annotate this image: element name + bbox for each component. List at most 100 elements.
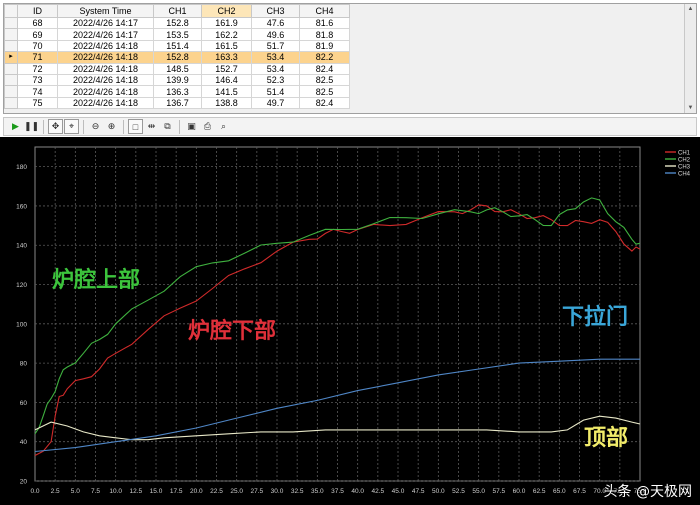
select-rect-icon[interactable]: □ <box>128 119 143 134</box>
cell-ch3[interactable]: 53.4 <box>251 62 300 75</box>
cell-ch4[interactable]: 81.9 <box>299 39 350 53</box>
cell-ch4[interactable]: 82.2 <box>299 51 350 64</box>
y-tick-label: 40 <box>20 439 28 446</box>
cell-ch4[interactable]: 82.5 <box>299 85 350 98</box>
cell-id[interactable]: 74 <box>17 85 58 98</box>
x-tick-label: 2.5 <box>51 488 60 495</box>
cell-ch1[interactable]: 151.4 <box>153 39 202 53</box>
cell-ch2[interactable]: 138.8 <box>201 96 252 110</box>
cell-ch3[interactable]: 49.6 <box>251 28 300 41</box>
row-header[interactable] <box>4 16 18 30</box>
x-tick-label: 20.0 <box>190 488 203 495</box>
legend-label-ch1: CH1 <box>678 150 691 156</box>
table-row[interactable]: 75 2022/4/26 14:18 136.7 138.8 49.7 82.4 <box>4 96 350 110</box>
series-line-ch1 <box>34 204 641 456</box>
cell-ch3[interactable]: 47.6 <box>251 16 300 30</box>
cell-ch1[interactable]: 139.9 <box>153 73 202 87</box>
legend-label-ch3: CH3 <box>678 164 691 170</box>
cell-ch1[interactable]: 136.3 <box>153 85 202 98</box>
cell-ch4[interactable]: 82.4 <box>299 96 350 110</box>
cell-id[interactable]: 68 <box>17 16 58 30</box>
table-row[interactable]: 74 2022/4/26 14:18 136.3 141.5 51.4 82.5 <box>4 85 350 98</box>
fit-icon[interactable]: ⇹ <box>144 119 159 134</box>
cell-ch3[interactable]: 49.7 <box>251 96 300 110</box>
cell-id[interactable]: 72 <box>17 62 58 75</box>
row-header[interactable] <box>4 96 18 110</box>
cell-ch4[interactable]: 82.4 <box>299 62 350 75</box>
cell-ch3[interactable]: 53.4 <box>251 51 300 64</box>
cell-id[interactable]: 73 <box>17 73 58 87</box>
current-row-indicator[interactable]: ▸ <box>4 51 18 64</box>
grid-vertical-scrollbar[interactable]: ▲ ▼ <box>684 4 696 113</box>
cell-ch2[interactable]: 163.3 <box>201 51 252 64</box>
cell-ch1[interactable]: 153.5 <box>153 28 202 41</box>
zoom-in-icon[interactable]: ⊕ <box>104 119 119 134</box>
cell-time[interactable]: 2022/4/26 14:18 <box>57 73 154 87</box>
cell-ch1[interactable]: 152.8 <box>153 16 202 30</box>
table-row[interactable]: 70 2022/4/26 14:18 151.4 161.5 51.7 81.9 <box>4 39 350 53</box>
cell-ch2[interactable]: 146.4 <box>201 73 252 87</box>
row-header[interactable] <box>4 39 18 53</box>
scroll-down-icon[interactable]: ▼ <box>685 103 696 113</box>
cell-ch2[interactable]: 161.5 <box>201 39 252 53</box>
table-row[interactable]: 72 2022/4/26 14:18 148.5 152.7 53.4 82.4 <box>4 62 350 75</box>
pause-icon[interactable]: ❚❚ <box>24 119 39 134</box>
y-tick-label: 80 <box>20 361 28 368</box>
row-header-corner <box>4 4 18 18</box>
table-row[interactable]: 69 2022/4/26 14:17 153.5 162.2 49.6 81.8 <box>4 28 350 41</box>
x-tick-label: 32.5 <box>291 488 304 495</box>
scroll-up-icon[interactable]: ▲ <box>685 4 696 14</box>
cell-ch2[interactable]: 141.5 <box>201 85 252 98</box>
x-tick-label: 50.0 <box>432 488 445 495</box>
cell-id[interactable]: 75 <box>17 96 58 110</box>
zoom-out-icon[interactable]: ⊖ <box>88 119 103 134</box>
cell-time[interactable]: 2022/4/26 14:18 <box>57 51 154 64</box>
y-tick-label: 60 <box>20 400 28 407</box>
cell-ch1[interactable]: 136.7 <box>153 96 202 110</box>
cell-ch4[interactable]: 82.5 <box>299 73 350 87</box>
row-header[interactable] <box>4 73 18 87</box>
cell-time[interactable]: 2022/4/26 14:17 <box>57 28 154 41</box>
cell-id[interactable]: 71 <box>17 51 58 64</box>
cell-id[interactable]: 70 <box>17 39 58 53</box>
cell-time[interactable]: 2022/4/26 14:18 <box>57 85 154 98</box>
toolbar-separator <box>83 119 84 134</box>
column-header-ch1[interactable]: CH1 <box>153 4 202 18</box>
cell-ch2[interactable]: 162.2 <box>201 28 252 41</box>
cell-ch3[interactable]: 51.4 <box>251 85 300 98</box>
cell-time[interactable]: 2022/4/26 14:17 <box>57 16 154 30</box>
copy-icon[interactable]: ⧉ <box>160 119 175 134</box>
cell-id[interactable]: 69 <box>17 28 58 41</box>
row-header[interactable] <box>4 85 18 98</box>
cell-time[interactable]: 2022/4/26 14:18 <box>57 62 154 75</box>
table-row[interactable]: 68 2022/4/26 14:17 152.8 161.9 47.6 81.6 <box>4 16 350 30</box>
cell-ch4[interactable]: 81.6 <box>299 16 350 30</box>
play-icon[interactable]: ▶ <box>8 119 23 134</box>
row-header[interactable] <box>4 28 18 41</box>
table-row[interactable]: 73 2022/4/26 14:18 139.9 146.4 52.3 82.5 <box>4 73 350 87</box>
crosshair-zoom-icon[interactable]: ⌖ <box>64 119 79 134</box>
column-header-id[interactable]: ID <box>17 4 58 18</box>
column-header-ch3[interactable]: CH3 <box>251 4 300 18</box>
table-row[interactable]: ▸ 71 2022/4/26 14:18 152.8 163.3 53.4 82.2 <box>4 51 350 64</box>
column-header-ch4[interactable]: CH4 <box>299 4 350 18</box>
print-icon[interactable]: ⎙ <box>200 119 215 134</box>
cell-ch2[interactable]: 161.9 <box>201 16 252 30</box>
save-icon[interactable]: ▣ <box>184 119 199 134</box>
cell-ch4[interactable]: 81.8 <box>299 28 350 41</box>
column-header-system-time[interactable]: System Time <box>57 4 154 18</box>
column-header-ch2[interactable]: CH2 <box>201 4 252 18</box>
cell-time[interactable]: 2022/4/26 14:18 <box>57 39 154 53</box>
cell-time[interactable]: 2022/4/26 14:18 <box>57 96 154 110</box>
annotation-door: 下拉门 <box>562 305 629 330</box>
x-tick-label: 25.0 <box>230 488 243 495</box>
pan-icon[interactable]: ✥ <box>48 119 63 134</box>
row-header[interactable] <box>4 62 18 75</box>
preview-icon[interactable]: ⌕ <box>216 119 231 134</box>
cell-ch3[interactable]: 51.7 <box>251 39 300 53</box>
cell-ch1[interactable]: 152.8 <box>153 51 202 64</box>
cell-ch3[interactable]: 52.3 <box>251 73 300 87</box>
cell-ch2[interactable]: 152.7 <box>201 62 252 75</box>
trend-chart[interactable]: 0.0 2.5 5.0 7.5 10.0 12.5 15.0 17.5 20.0 22.5 25.0… <box>0 137 700 505</box>
cell-ch1[interactable]: 148.5 <box>153 62 202 75</box>
